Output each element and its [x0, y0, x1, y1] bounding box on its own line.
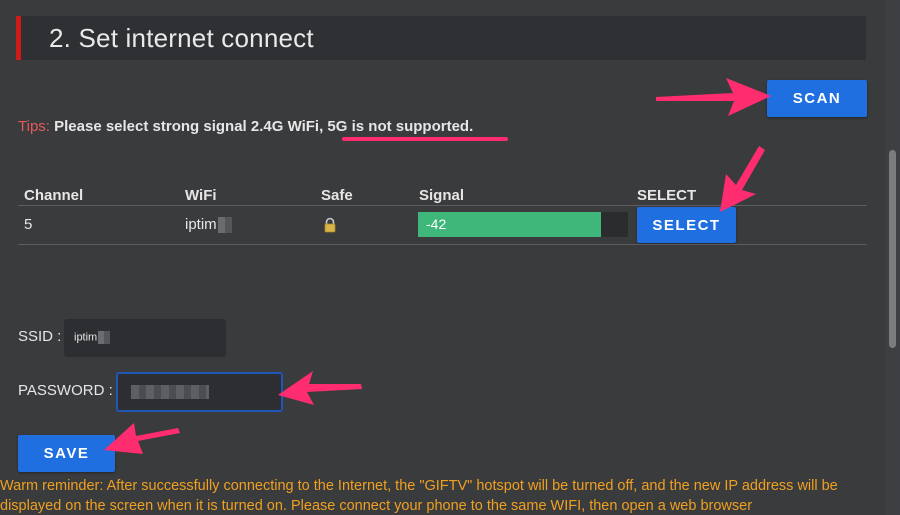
select-button[interactable]: SELECT [637, 207, 736, 243]
header-channel: Channel [24, 187, 84, 204]
lock-icon [324, 217, 336, 233]
header-signal: Signal [419, 187, 465, 204]
cell-channel: 5 [24, 216, 33, 233]
pixelated-redaction [217, 217, 232, 234]
arrow-to-password [278, 371, 362, 405]
table-row-divider [18, 244, 867, 245]
password-label: PASSWORD : [18, 382, 113, 399]
save-button[interactable]: SAVE [18, 435, 115, 472]
ssid-label: SSID : [18, 328, 62, 345]
ssid-value: iptim [74, 331, 111, 344]
section-title: 2. Set internet connect [49, 23, 314, 53]
scrollbar-thumb[interactable] [889, 150, 896, 348]
scrollbar-track[interactable] [886, 0, 900, 515]
table-header-divider [18, 205, 867, 206]
annotation-arrows [104, 78, 771, 454]
cell-wifi: iptim [185, 216, 232, 234]
warm-reminder: Warm reminder: After successfully connec… [0, 478, 838, 514]
header-wifi: WiFi [185, 187, 217, 204]
header-safe: Safe [321, 187, 353, 204]
tips-text: Please select strong signal 2.4G WiFi, [54, 118, 328, 135]
password-masked-value [131, 385, 209, 399]
arrow-to-select [720, 146, 765, 212]
header-select: SELECT [637, 187, 697, 204]
page: 2. Set internet connect SCAN Tips: Pleas… [0, 0, 900, 515]
pixelated-redaction [98, 331, 111, 344]
wifi-name: iptim [185, 216, 217, 233]
password-field[interactable] [116, 372, 283, 412]
arrow-to-save [104, 423, 180, 454]
arrow-to-scan [656, 78, 771, 116]
tips-highlight: 5G is not supported. [327, 118, 474, 135]
ssid-field[interactable]: iptim [64, 319, 226, 357]
annotation-underline [342, 137, 508, 141]
section-header: 2. Set internet connect [16, 16, 866, 60]
scan-button[interactable]: SCAN [767, 80, 867, 117]
signal-value: -42 [426, 216, 447, 232]
tips-label: Tips: [18, 118, 50, 135]
signal-strength-bar: -42 [418, 212, 628, 237]
tips: Tips: Please select strong signal 2.4G W… [18, 118, 473, 135]
ssid-text: iptim [74, 331, 98, 344]
